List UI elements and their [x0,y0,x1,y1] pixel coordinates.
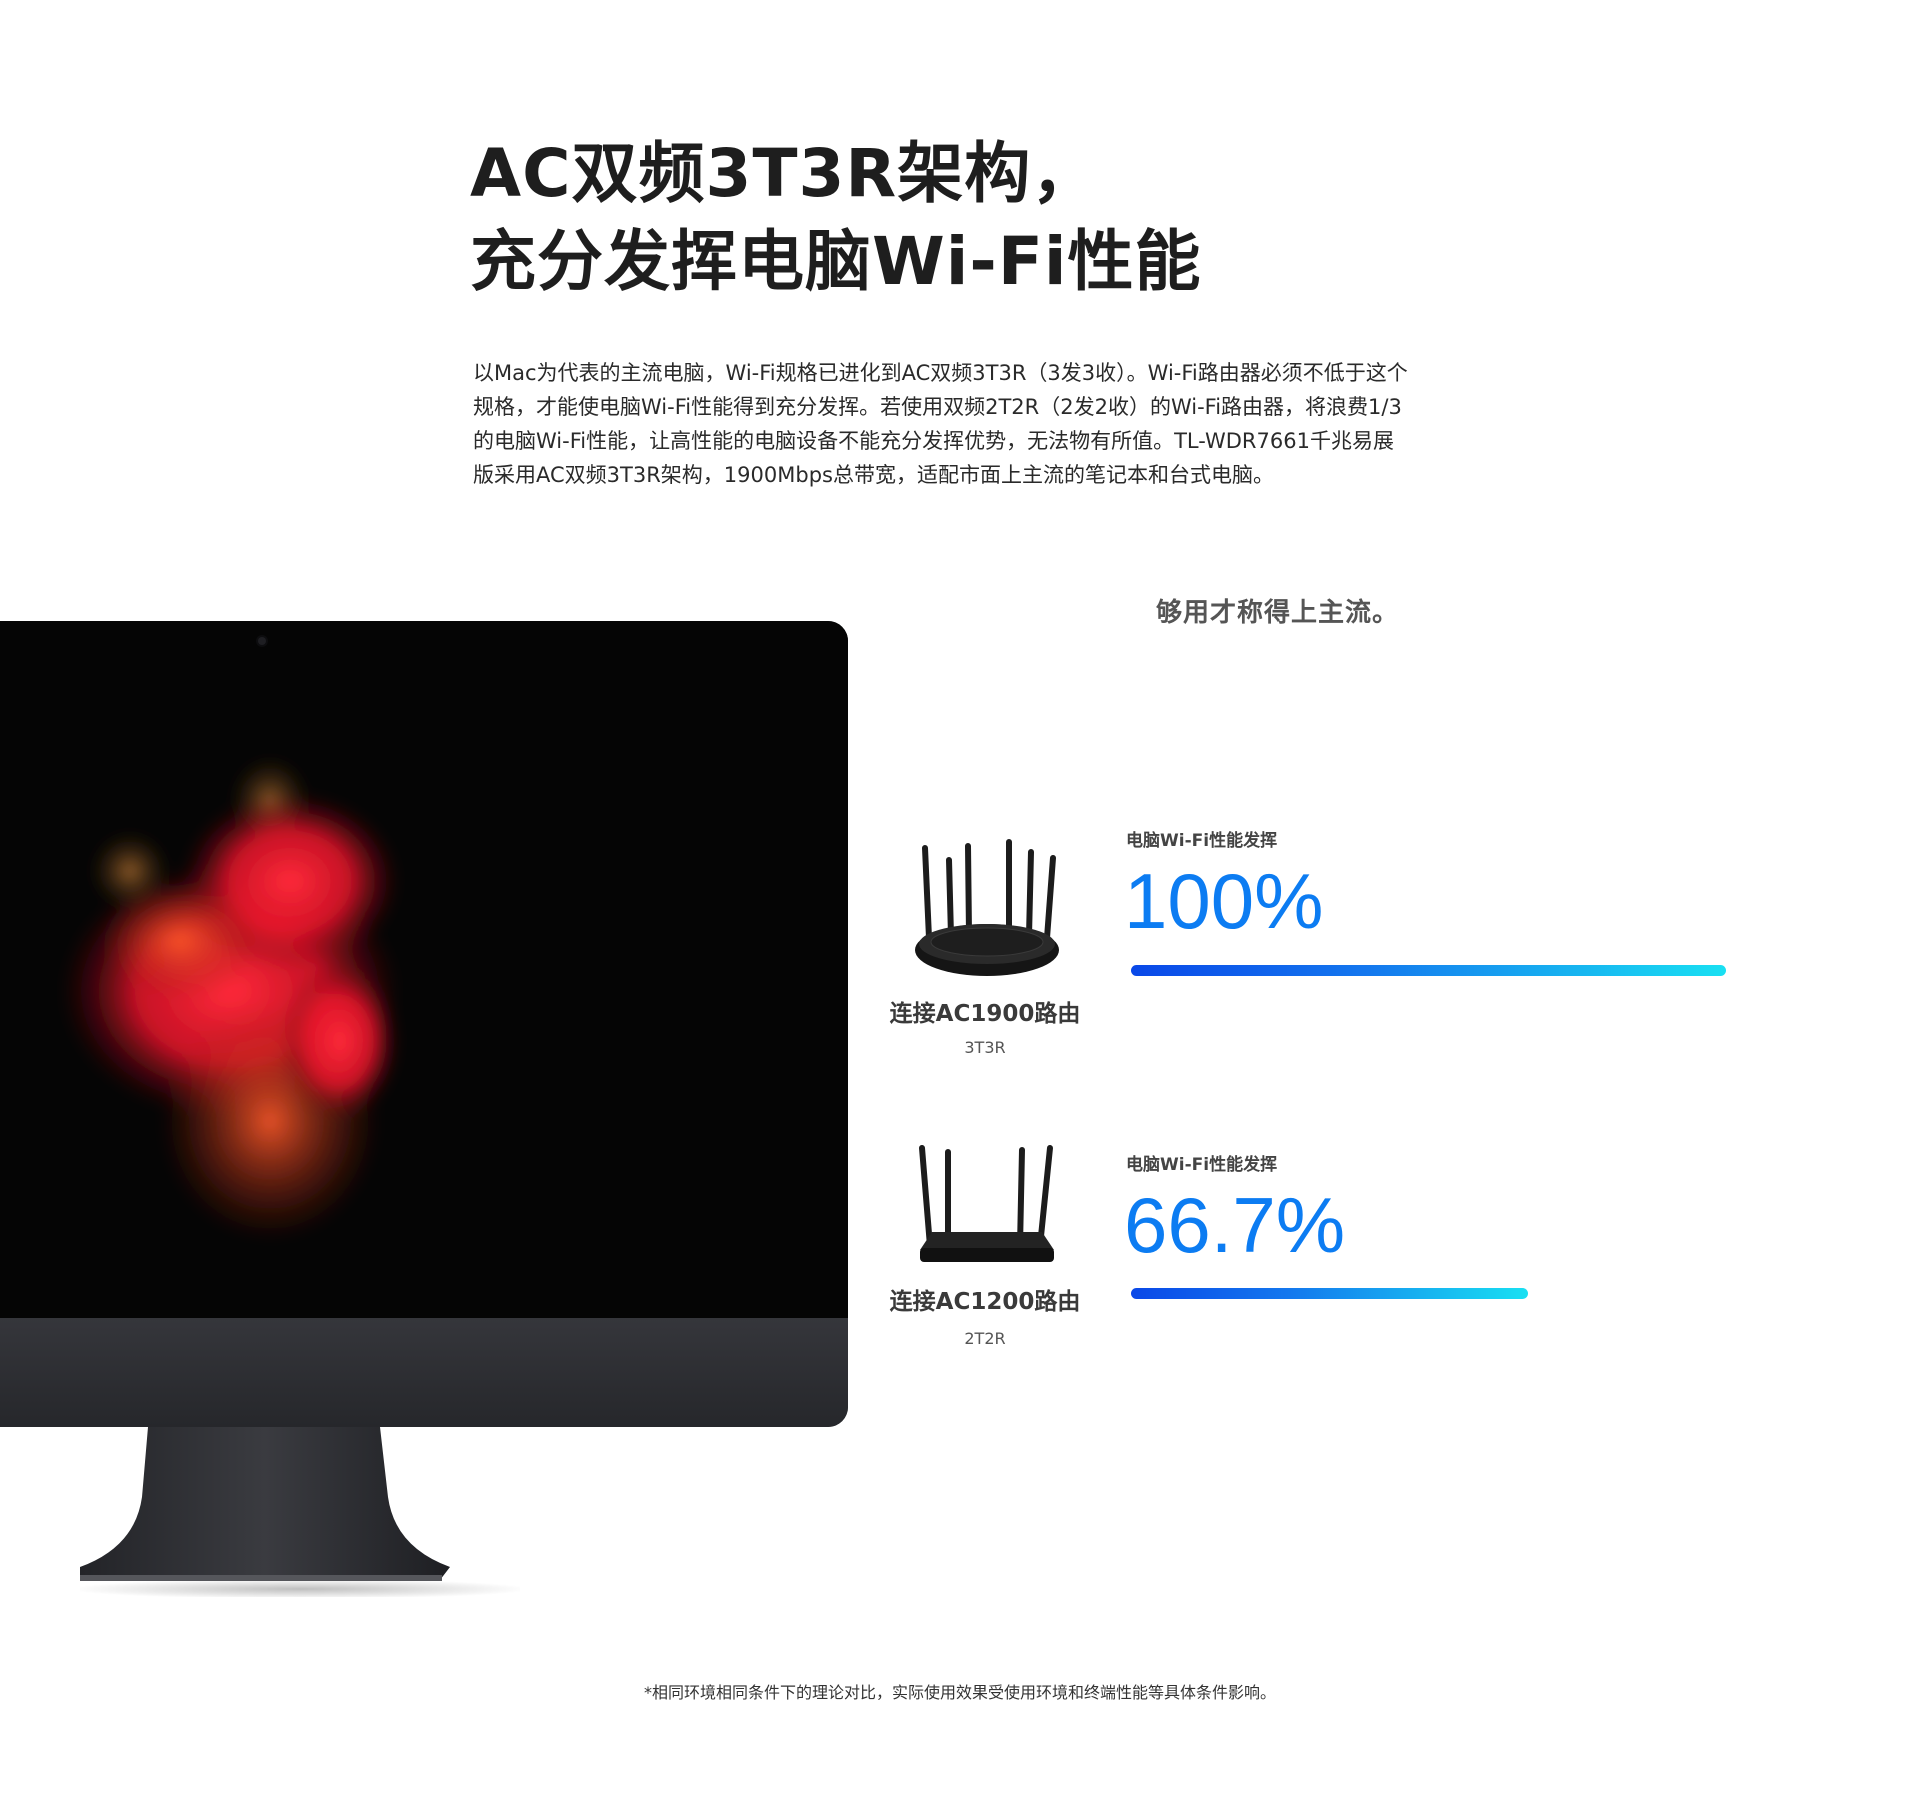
imac-screen [0,621,848,1318]
page-title: AC双频3T3R架构， 充分发挥电脑Wi-Fi性能 [470,130,1370,306]
perf-label-2: 电脑Wi-Fi性能发挥 [1126,1155,1278,1175]
router-name-ac1200: 连接AC1200路由 [889,1289,1081,1315]
perf-bar-1 [1131,965,1726,976]
imac-stand [80,1427,520,1597]
red-powder-burst-image [60,756,400,1241]
ac1200-router-image [919,1145,1054,1262]
imac-illustration [0,621,848,1427]
perf-value-1: 100% [1124,857,1324,945]
intro-paragraph: 以Mac为代表的主流电脑，Wi-Fi规格已进化到AC双频3T3R（3发3收）。W… [473,361,1408,487]
ac1900-router-image [915,839,1059,976]
router-spec-2t2r: 2T2R [964,1329,1006,1348]
perf-value-2: 66.7% [1124,1181,1346,1269]
footnote: *相同环境相同条件下的理论对比，实际使用效果受使用环境和终端性能等具体条件影响。 [643,1683,1276,1702]
router-spec-3t3r: 3T3R [964,1038,1006,1057]
imac-chin [0,1318,848,1427]
perf-label-1: 电脑Wi-Fi性能发挥 [1126,831,1278,851]
perf-bar-2 [1131,1288,1528,1299]
tagline: 够用才称得上主流。 [1156,598,1400,628]
title-line-2: 充分发挥电脑Wi-Fi性能 [470,223,1202,300]
camera-icon [258,637,266,645]
title-line-1: AC双频3T3R架构， [470,135,1099,212]
router-name-ac1900: 连接AC1900路由 [889,1001,1081,1027]
